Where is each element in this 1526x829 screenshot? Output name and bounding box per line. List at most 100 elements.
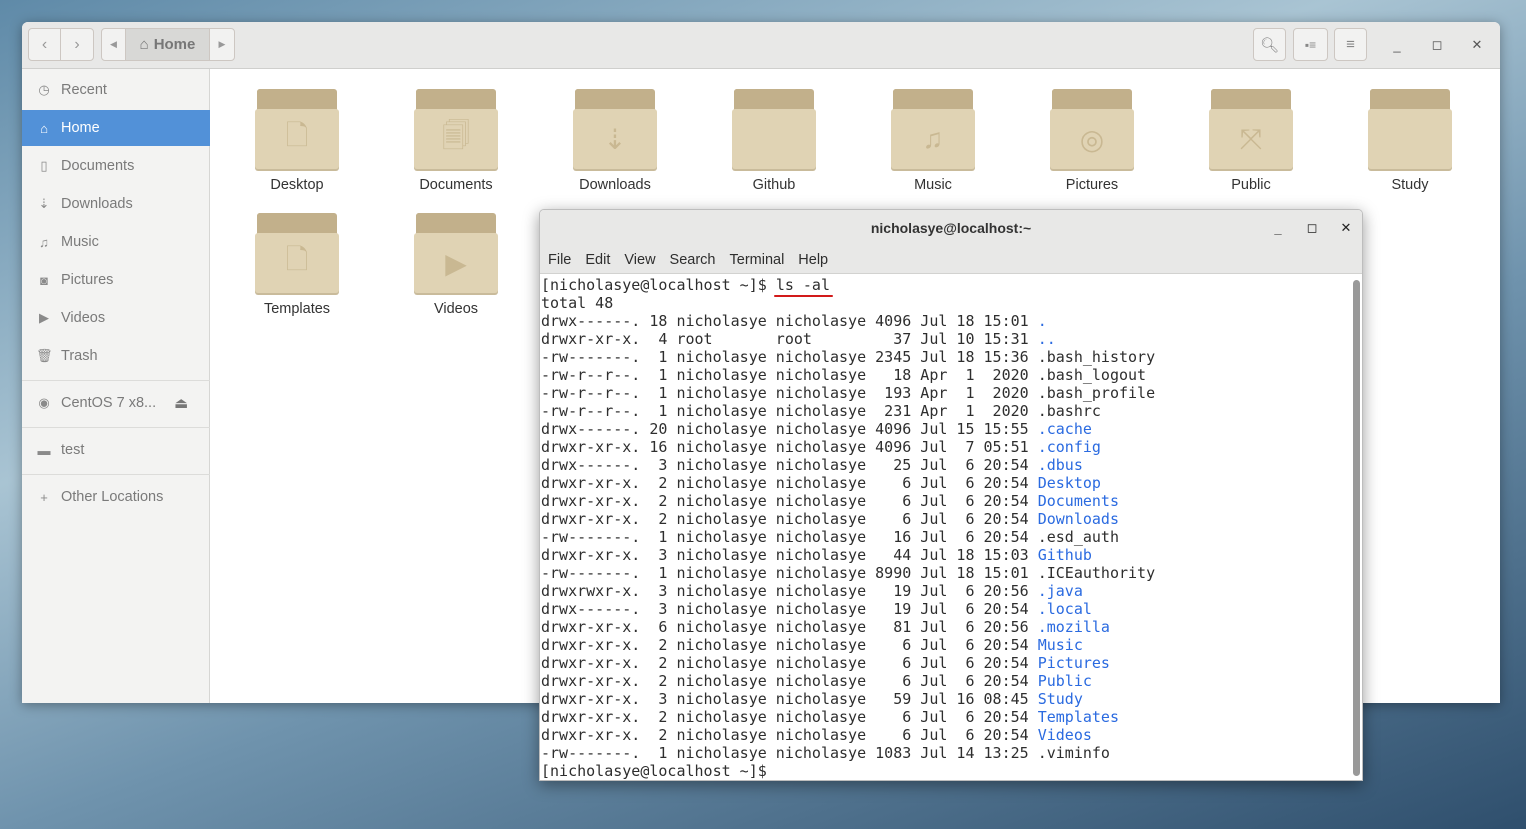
folder-templates[interactable]: 🗋 Templates — [237, 213, 357, 317]
minimize-button[interactable]: _ — [1386, 34, 1408, 56]
sidebar-item-downloads[interactable]: ⇣ Downloads — [22, 186, 210, 222]
terminal-menu-terminal[interactable]: Terminal — [730, 252, 785, 268]
folder-label: Videos — [433, 301, 479, 317]
header-bar: ‹ › ◀ ⌂ Home ▶ 🔍︎ ▪≡ ≡ _ ◻ ✕ — [22, 22, 1500, 69]
folder-github[interactable]: Github — [714, 89, 834, 193]
listing-row: -rw-r--r--. 1 nicholasye nicholasye 231 … — [541, 402, 1348, 420]
sidebar-item-pictures[interactable]: ◙ Pictures — [22, 262, 210, 298]
listing-name: .mozilla — [1037, 618, 1110, 636]
folder-icon: 🗋 — [255, 213, 339, 295]
terminal-maximize-button[interactable]: ◻ — [1302, 218, 1322, 238]
listing-name: Desktop — [1037, 474, 1101, 492]
listing-row: drwxr-xr-x. 2 nicholasye nicholasye 6 Ju… — [541, 654, 1348, 672]
folder-study[interactable]: Study — [1350, 89, 1470, 193]
prompt: [nicholasye@localhost ~]$ — [541, 762, 776, 780]
listing-meta: drwxr-xr-x. 2 nicholasye nicholasye 6 Ju… — [541, 708, 1038, 726]
sidebar-item-recent[interactable]: ◷ Recent — [22, 72, 210, 108]
listing-name: .esd_auth — [1037, 528, 1119, 546]
sidebar-item-videos[interactable]: ▶ Videos — [22, 300, 210, 336]
terminal-menu-edit[interactable]: Edit — [585, 252, 610, 268]
folder-music[interactable]: ♫ Music — [873, 89, 993, 193]
terminal-window: nicholasye@localhost:~ _ ◻ ✕ File Edit Vie… — [539, 209, 1363, 781]
folder-downloads[interactable]: ⇣ Downloads — [555, 89, 675, 193]
listing-name: .bashrc — [1037, 402, 1101, 420]
terminal-minimize-button[interactable]: _ — [1268, 218, 1288, 238]
listing-meta: drwxr-xr-x. 3 nicholasye nicholasye 59 J… — [541, 690, 1038, 708]
terminal-menu-search[interactable]: Search — [670, 252, 716, 268]
view-toggle-button[interactable]: ▪≡ — [1293, 28, 1328, 61]
listing-name: .dbus — [1037, 456, 1083, 474]
listing-row: -rw-------. 1 nicholasye nicholasye 8990… — [541, 564, 1348, 582]
terminal-output[interactable]: [nicholasye@localhost ~]$ ls -al total 48… — [541, 276, 1348, 780]
terminal-line: [nicholasye@localhost ~]$ ls -al — [541, 276, 1348, 294]
terminal-menu-help[interactable]: Help — [798, 252, 828, 268]
listing-name: .bash_logout — [1037, 366, 1147, 384]
listing-meta: drwxr-xr-x. 2 nicholasye nicholasye 6 Ju… — [541, 474, 1038, 492]
folder-icon: 🗐 — [414, 89, 498, 171]
document-icon: ▯ — [40, 158, 48, 173]
listing-meta: -rw-r--r--. 1 nicholasye nicholasye 193 … — [541, 384, 1038, 402]
sidebar-item-other-locations[interactable]: + Other Locations — [22, 479, 210, 515]
sidebar-item-centos-7-x8-[interactable]: ◉ CentOS 7 x8... ⏏ — [22, 385, 210, 421]
listing-name: Templates — [1037, 708, 1119, 726]
terminal-line: total 48 — [541, 294, 1348, 312]
folder-icon: ⇣ — [573, 89, 657, 171]
sidebar-item-home[interactable]: ⌂ Home — [22, 110, 210, 146]
listing-name: Public — [1037, 672, 1092, 690]
listing-meta: -rw-------. 1 nicholasye nicholasye 8990… — [541, 564, 1038, 582]
listing-name: Study — [1037, 690, 1083, 708]
menu-button[interactable]: ≡ — [1334, 28, 1367, 61]
listing-meta: drwx------. 3 nicholasye nicholasye 25 J… — [541, 456, 1038, 474]
sidebar-item-test[interactable]: ▬ test — [22, 432, 210, 468]
listing-row: drwxr-xr-x. 2 nicholasye nicholasye 6 Ju… — [541, 492, 1348, 510]
sidebar-item-label: Videos — [61, 310, 106, 326]
listing-meta: -rw-------. 1 nicholasye nicholasye 2345… — [541, 348, 1038, 366]
folder-videos[interactable]: ▶ Videos — [396, 213, 516, 317]
folder-label: Documents — [419, 177, 493, 193]
folder-pictures[interactable]: ◎ Pictures — [1032, 89, 1152, 193]
eject-icon[interactable]: ⏏ — [174, 394, 188, 412]
folder-public[interactable]: ⤧ Public — [1191, 89, 1311, 193]
listing-name: Downloads — [1037, 510, 1119, 528]
listing-name: Pictures — [1037, 654, 1110, 672]
path-left-arrow[interactable]: ◀ — [102, 29, 126, 60]
path-right-arrow[interactable]: ▶ — [210, 29, 234, 60]
sidebar-separator — [22, 380, 210, 381]
back-button[interactable]: ‹ — [29, 29, 61, 60]
folder-icon: ▶ — [414, 213, 498, 295]
command: ls -al — [775, 276, 830, 294]
music-icon: ♫ — [39, 234, 49, 250]
listing-name: Github — [1037, 546, 1092, 564]
sidebar-item-label: test — [61, 442, 85, 458]
terminal-scrollbar[interactable] — [1353, 280, 1360, 776]
listing-row: drwx------. 3 nicholasye nicholasye 25 J… — [541, 456, 1348, 474]
listing-meta: drwxr-xr-x. 2 nicholasye nicholasye 6 Ju… — [541, 672, 1038, 690]
listing-meta: drwx------. 20 nicholasye nicholasye 409… — [541, 420, 1038, 438]
terminal-title: nicholasye@localhost:~ — [870, 220, 1032, 236]
terminal-close-button[interactable]: ✕ — [1336, 218, 1356, 238]
listing-row: drwxr-xr-x. 2 nicholasye nicholasye 6 Ju… — [541, 726, 1348, 744]
folder-icon: ♫ — [891, 89, 975, 171]
sidebar-item-label: Downloads — [61, 196, 133, 212]
sidebar-item-documents[interactable]: ▯ Documents — [22, 148, 210, 184]
maximize-button[interactable]: ◻ — [1426, 34, 1448, 56]
sidebar-item-label: Trash — [61, 348, 98, 364]
terminal-line: [nicholasye@localhost ~]$ — [541, 762, 1348, 780]
sidebar-item-music[interactable]: ♫ Music — [22, 224, 210, 260]
close-button[interactable]: ✕ — [1466, 34, 1488, 56]
forward-button[interactable]: › — [61, 29, 93, 60]
sidebar-item-trash[interactable]: 🗑 Trash — [22, 338, 210, 374]
terminal-menu-view[interactable]: View — [624, 252, 655, 268]
folder-icon — [1368, 89, 1452, 171]
folder-documents[interactable]: 🗐 Documents — [396, 89, 516, 193]
sidebar-item-label: Pictures — [61, 272, 114, 288]
listing-row: -rw-------. 1 nicholasye nicholasye 16 J… — [541, 528, 1348, 546]
folder-desktop[interactable]: 🗋 Desktop — [237, 89, 357, 193]
listing-meta: drwx------. 18 nicholasye nicholasye 409… — [541, 312, 1038, 330]
folder-icon — [732, 89, 816, 171]
sidebar-separator — [22, 474, 210, 475]
search-button[interactable]: 🔍︎ — [1253, 28, 1286, 61]
terminal-menu-file[interactable]: File — [548, 252, 571, 268]
listing-row: drwxr-xr-x. 4 root root 37 Jul 10 15:31 … — [541, 330, 1348, 348]
path-home-button[interactable]: ⌂ Home — [126, 29, 210, 60]
